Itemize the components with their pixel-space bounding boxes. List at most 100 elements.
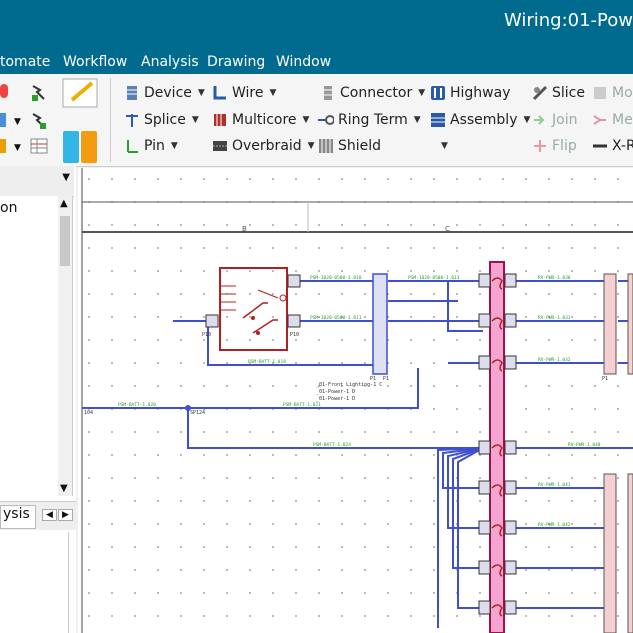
connector-pin[interactable] bbox=[478, 520, 491, 535]
split-view-icon[interactable] bbox=[62, 130, 98, 164]
chevron-down-icon[interactable]: ▼ bbox=[414, 115, 421, 125]
connector-pin[interactable] bbox=[504, 560, 517, 575]
device-icon bbox=[127, 86, 137, 100]
device-button[interactable]: Device ▼ bbox=[124, 82, 205, 104]
merge-icon bbox=[593, 115, 606, 125]
wiring-diagram[interactable]: B C P10 P10 P1 P1 P1 SP124 104 _01-Front… bbox=[78, 168, 633, 633]
drawing-canvas[interactable]: B C P10 P10 P1 P1 P1 SP124 104 _01-Front… bbox=[78, 168, 633, 633]
slice-button[interactable]: Slice bbox=[532, 82, 585, 104]
connector-bus[interactable] bbox=[372, 273, 388, 375]
wire-label: PSM-BATT-1.020 bbox=[118, 402, 156, 408]
chevron-down-icon[interactable]: ▼ bbox=[303, 115, 310, 125]
connector-button[interactable]: Connector ▼ bbox=[320, 82, 425, 104]
tab-analysis[interactable]: ysis bbox=[0, 505, 36, 529]
chevron-down-icon[interactable]: ▼ bbox=[308, 141, 315, 151]
connector-pin[interactable] bbox=[504, 520, 517, 535]
left-panel: ▼ on ▲ ▼ ysis ◀ ▶ bbox=[0, 166, 76, 633]
menu-analysis[interactable]: Analysis bbox=[141, 54, 199, 70]
ring-term-button[interactable]: Ring Term ▼ bbox=[318, 109, 421, 131]
flip-button[interactable]: Flip bbox=[532, 135, 577, 157]
list-item[interactable]: on bbox=[0, 200, 17, 216]
ring-term-icon bbox=[318, 115, 334, 125]
analysis-panel bbox=[0, 532, 69, 633]
scroll-thumb[interactable] bbox=[60, 216, 70, 266]
menu-window[interactable]: Window bbox=[276, 54, 331, 70]
connector-pin[interactable] bbox=[478, 600, 491, 615]
x-ref-button[interactable]: X-R bbox=[592, 135, 633, 157]
connector-pin[interactable] bbox=[287, 314, 301, 328]
connector-pin[interactable] bbox=[478, 313, 491, 328]
highway-button[interactable]: Highway bbox=[430, 82, 511, 104]
connector-bus[interactable] bbox=[627, 273, 633, 375]
chevron-down-icon[interactable]: ▼ bbox=[192, 115, 199, 125]
connector-pin[interactable] bbox=[205, 314, 219, 328]
edit-icon[interactable] bbox=[62, 78, 98, 108]
connector-pin[interactable] bbox=[478, 440, 491, 455]
wire-label: RV-PWR-1.041 bbox=[538, 482, 571, 488]
annotation-note: _01-Power-1 D bbox=[316, 389, 355, 395]
chevron-down-icon[interactable]: ▼ bbox=[62, 172, 70, 183]
move-button[interactable]: Mov bbox=[592, 82, 633, 104]
layer-icon[interactable] bbox=[0, 113, 6, 127]
highway-icon bbox=[431, 86, 445, 100]
shield-button[interactable]: Shield ▼ bbox=[318, 135, 448, 157]
connector-pin[interactable] bbox=[478, 355, 491, 370]
overbraid-button[interactable]: Overbraid ▼ bbox=[212, 135, 315, 157]
vertical-scrollbar[interactable]: ▲ ▼ bbox=[58, 196, 72, 496]
bus-label: P1 bbox=[602, 376, 608, 382]
table-icon[interactable] bbox=[30, 138, 48, 154]
chevron-up-icon[interactable]: ▲ bbox=[60, 198, 68, 209]
connector-bus[interactable] bbox=[603, 473, 617, 633]
wire-button[interactable]: Wire ▼ bbox=[212, 82, 276, 104]
folder-icon[interactable] bbox=[0, 139, 6, 153]
chevron-down-icon[interactable]: ▼ bbox=[418, 88, 425, 98]
chevron-down-icon[interactable]: ▼ bbox=[60, 483, 68, 494]
wire-label: PSM-1020-0500-1.010 bbox=[310, 275, 362, 281]
connector-bus[interactable] bbox=[627, 473, 633, 633]
menu-workflow[interactable]: Workflow bbox=[63, 54, 127, 70]
move-icon bbox=[594, 87, 606, 99]
cancel-icon[interactable] bbox=[0, 84, 8, 98]
pin-button[interactable]: Pin ▼ bbox=[124, 135, 178, 157]
chevron-down-icon[interactable]: ▼ bbox=[198, 88, 205, 98]
ribbon-toolbar: ▼ ▼ Device ▼ Splice ▼ Pin ▼ Wire ▼ Multicore… bbox=[0, 74, 633, 167]
tree-list[interactable]: on ▲ ▼ bbox=[0, 196, 73, 496]
connector-bus[interactable] bbox=[603, 273, 617, 375]
chevron-right-icon[interactable]: ▶ bbox=[58, 509, 73, 521]
merge-button[interactable]: Mer bbox=[592, 109, 633, 131]
connector-pin[interactable] bbox=[287, 274, 301, 288]
wire-label: PSM-1020-0500-1.013 bbox=[408, 275, 460, 281]
menu-drawing[interactable]: Drawing bbox=[207, 54, 265, 70]
chevron-down-icon[interactable]: ▼ bbox=[14, 143, 21, 153]
pin-label: P10 bbox=[290, 332, 299, 338]
pick-icon[interactable] bbox=[30, 84, 48, 102]
connector-pin[interactable] bbox=[504, 313, 517, 328]
chevron-down-icon[interactable]: ▼ bbox=[523, 115, 530, 125]
select-icon[interactable] bbox=[30, 112, 48, 130]
chevron-down-icon[interactable]: ▼ bbox=[171, 141, 178, 151]
connector-pin[interactable] bbox=[504, 440, 517, 455]
connector-pin[interactable] bbox=[504, 355, 517, 370]
wire-label: PSM-BATT-1.024 bbox=[313, 442, 351, 448]
chevron-down-icon[interactable]: ▼ bbox=[14, 117, 21, 127]
connector-pin[interactable] bbox=[478, 560, 491, 575]
connector-pin[interactable] bbox=[478, 480, 491, 495]
menu-automate[interactable]: tomate bbox=[0, 54, 50, 70]
join-button[interactable]: Join bbox=[532, 109, 577, 131]
wire-icon bbox=[213, 86, 226, 100]
connector-pin[interactable] bbox=[504, 480, 517, 495]
multicore-button[interactable]: Multicore ▼ bbox=[212, 109, 309, 131]
connector-pin[interactable] bbox=[504, 600, 517, 615]
shield-icon bbox=[319, 139, 333, 153]
chevron-down-icon[interactable]: ▼ bbox=[441, 141, 448, 151]
wire-label: RV-PWR-1.030 bbox=[538, 275, 571, 281]
connector-pin[interactable] bbox=[504, 273, 517, 288]
chevron-left-icon[interactable]: ◀ bbox=[42, 509, 57, 521]
assembly-icon bbox=[431, 113, 445, 127]
connector-pin[interactable] bbox=[478, 273, 491, 288]
join-icon bbox=[534, 115, 545, 125]
splice-button[interactable]: Splice ▼ bbox=[124, 109, 199, 131]
splice-icon bbox=[126, 114, 138, 127]
chevron-down-icon[interactable]: ▼ bbox=[270, 88, 277, 98]
assembly-button[interactable]: Assembly ▼ bbox=[430, 109, 530, 131]
